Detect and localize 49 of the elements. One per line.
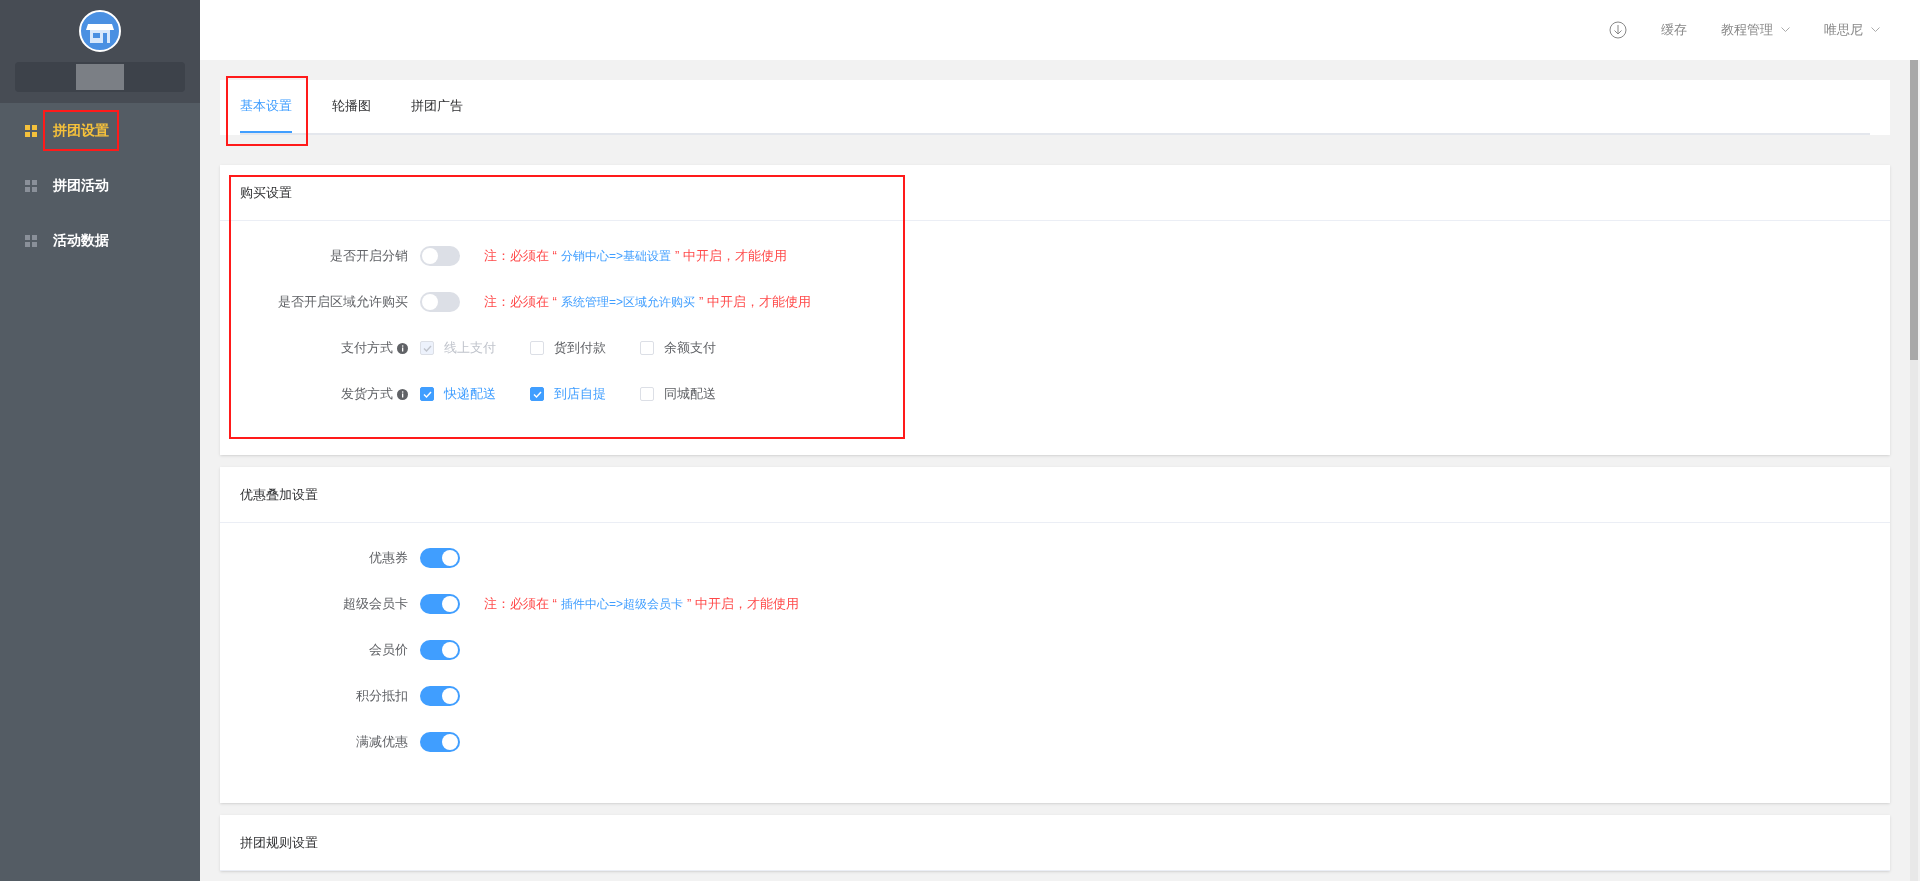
field-label: 超级会员卡: [343, 595, 408, 614]
checkbox-label: 线上支付: [444, 339, 496, 358]
toggle-switch[interactable]: [420, 292, 460, 312]
grid-icon: [25, 234, 37, 247]
field-label: 支付方式: [341, 339, 393, 358]
sidebar-item[interactable]: 活动数据: [0, 213, 200, 268]
checkbox-label: 快递配送: [444, 385, 496, 404]
grid-icon: [25, 179, 37, 192]
toggle-switch[interactable]: [420, 686, 460, 706]
field-label: 会员价: [369, 641, 408, 660]
header-menu-item[interactable]: 教程管理: [1721, 20, 1790, 40]
toggle-switch[interactable]: [420, 548, 460, 568]
section-title: 拼团规则设置: [240, 833, 318, 852]
field-label: 积分抵扣: [356, 687, 408, 706]
note-text: 注：必须在 “ 系统管理=>区域允许购买 ” 中开启，才能使用: [484, 293, 811, 312]
settings-link[interactable]: 系统管理=>区域允许购买: [560, 295, 695, 310]
section-title: 购买设置: [240, 183, 292, 202]
header-menu-item[interactable]: 唯思尼: [1824, 20, 1880, 40]
field-label: 满减优惠: [356, 733, 408, 752]
section-title: 优惠叠加设置: [240, 485, 318, 504]
field-label: 发货方式: [341, 385, 393, 404]
checkbox-label: 货到付款: [554, 339, 606, 358]
chevron-down-icon: [1871, 27, 1880, 33]
checkbox[interactable]: [420, 387, 434, 401]
sidebar-item[interactable]: 拼团设置: [0, 103, 200, 158]
tab[interactable]: 基本设置: [240, 80, 292, 133]
download-icon[interactable]: [1609, 21, 1627, 39]
store-logo-icon: [79, 10, 121, 52]
settings-link[interactable]: 分销中心=>基础设置: [560, 249, 671, 264]
tab[interactable]: 拼团广告: [411, 80, 463, 133]
toggle-switch[interactable]: [420, 640, 460, 660]
header-menu-item[interactable]: 缓存: [1661, 20, 1687, 40]
toggle-switch[interactable]: [420, 732, 460, 752]
field-label: 是否开启分销: [330, 247, 408, 266]
checkbox-label: 余额支付: [664, 339, 716, 358]
checkbox-label: 到店自提: [554, 385, 606, 404]
checkbox[interactable]: [530, 387, 544, 401]
toggle-switch[interactable]: [420, 594, 460, 614]
checkbox-label: 同城配送: [664, 385, 716, 404]
chevron-down-icon: [1781, 27, 1790, 33]
sidebar-item[interactable]: 拼团活动: [0, 158, 200, 213]
field-label: 优惠券: [369, 549, 408, 568]
grid-icon: [25, 124, 37, 137]
tab[interactable]: 轮播图: [332, 80, 371, 133]
note-text: 注：必须在 “ 插件中心=>超级会员卡 ” 中开启，才能使用: [484, 595, 799, 614]
toggle-switch[interactable]: [420, 246, 460, 266]
field-label: 是否开启区域允许购买: [278, 293, 408, 312]
settings-link[interactable]: 插件中心=>超级会员卡: [560, 597, 683, 612]
note-text: 注：必须在 “ 分销中心=>基础设置 ” 中开启，才能使用: [484, 247, 787, 266]
